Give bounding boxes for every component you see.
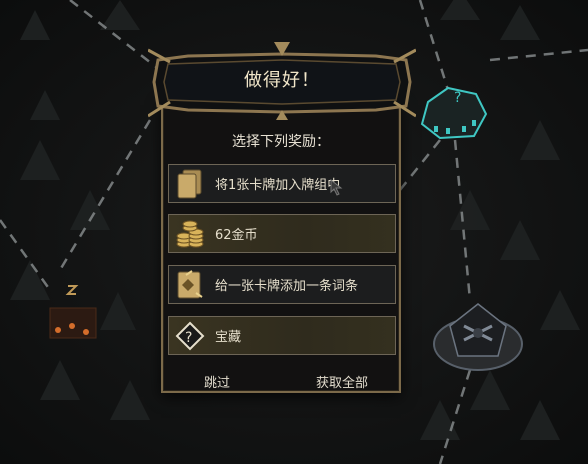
reward-treasure[interactable]: ? 宝藏 — [168, 316, 396, 355]
skip-button[interactable]: 跳过 — [204, 372, 230, 391]
gold-coins-icon — [174, 218, 206, 250]
treasure-question-icon: ? — [174, 320, 206, 352]
reward-gold[interactable]: 62金币 — [168, 214, 396, 253]
reward-label: 宝藏 — [215, 330, 242, 345]
map-node-mystery[interactable]: ? — [418, 80, 490, 142]
svg-text:?: ? — [454, 90, 461, 106]
take-all-button[interactable]: 获取全部 — [316, 372, 368, 391]
map-node-boss[interactable] — [430, 296, 526, 376]
mouse-cursor-icon — [330, 179, 343, 196]
question-mark-icon: ? — [420, 86, 488, 140]
boss-lair-icon — [433, 303, 523, 371]
dialog-title: 做得好！ — [244, 70, 320, 91]
card-upgrade-icon — [174, 269, 206, 301]
svg-text:?: ? — [185, 330, 192, 346]
reward-label: 将1张卡牌加入牌组中 — [215, 178, 341, 193]
dialog-subtitle: 选择下列奖励： — [232, 134, 330, 150]
reward-label: 给一张卡牌添加一条词条 — [215, 279, 359, 294]
reward-label: 62金币 — [215, 228, 258, 243]
reward-add-card[interactable]: 将1张卡牌加入牌组中 — [168, 164, 396, 203]
card-icon — [174, 168, 206, 200]
reward-card-upgrade[interactable]: 给一张卡牌添加一条词条 — [168, 265, 396, 304]
